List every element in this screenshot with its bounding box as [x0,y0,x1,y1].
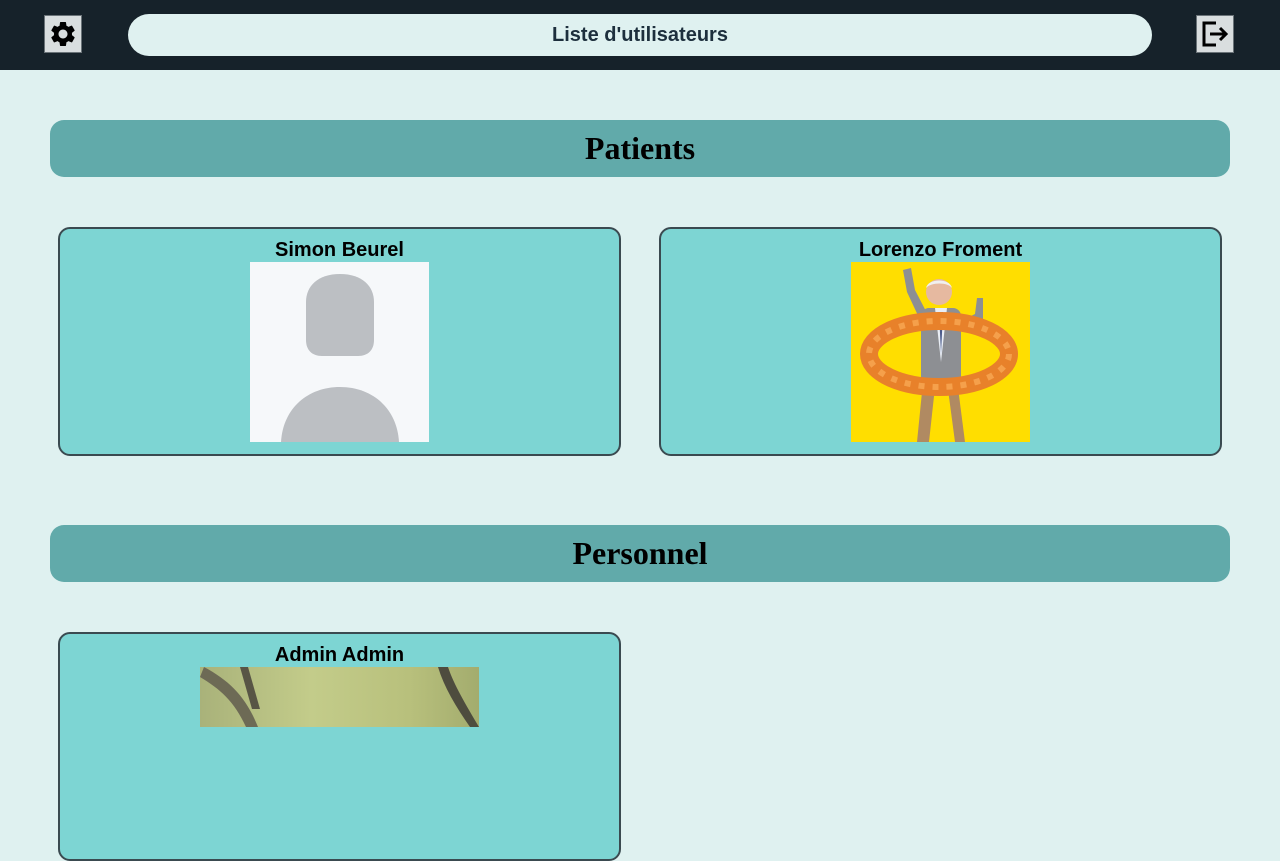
user-card[interactable]: Lorenzo Froment [659,227,1222,456]
user-name: Lorenzo Froment [858,239,1023,261]
user-name: Admin Admin [274,644,405,666]
default-avatar [250,262,429,442]
user-avatar-photo [200,667,479,727]
logout-button[interactable] [1196,15,1234,53]
page-title: Liste d'utilisateurs [128,14,1152,56]
top-bar: Liste d'utilisateurs [0,0,1280,70]
gear-icon [51,21,75,46]
settings-button[interactable] [44,15,82,53]
section-header-personnel: Personnel [50,525,1230,582]
user-name: Simon Beurel [275,239,404,261]
bird-on-branch-image [200,667,479,727]
logout-icon [1202,21,1229,47]
user-card[interactable]: Simon Beurel [58,227,621,456]
user-avatar-photo [851,262,1030,442]
section-header-patients: Patients [50,120,1230,177]
user-card[interactable]: Admin Admin [58,632,621,861]
man-with-pretzel-image [860,268,1018,442]
person-silhouette-icon [281,274,399,442]
